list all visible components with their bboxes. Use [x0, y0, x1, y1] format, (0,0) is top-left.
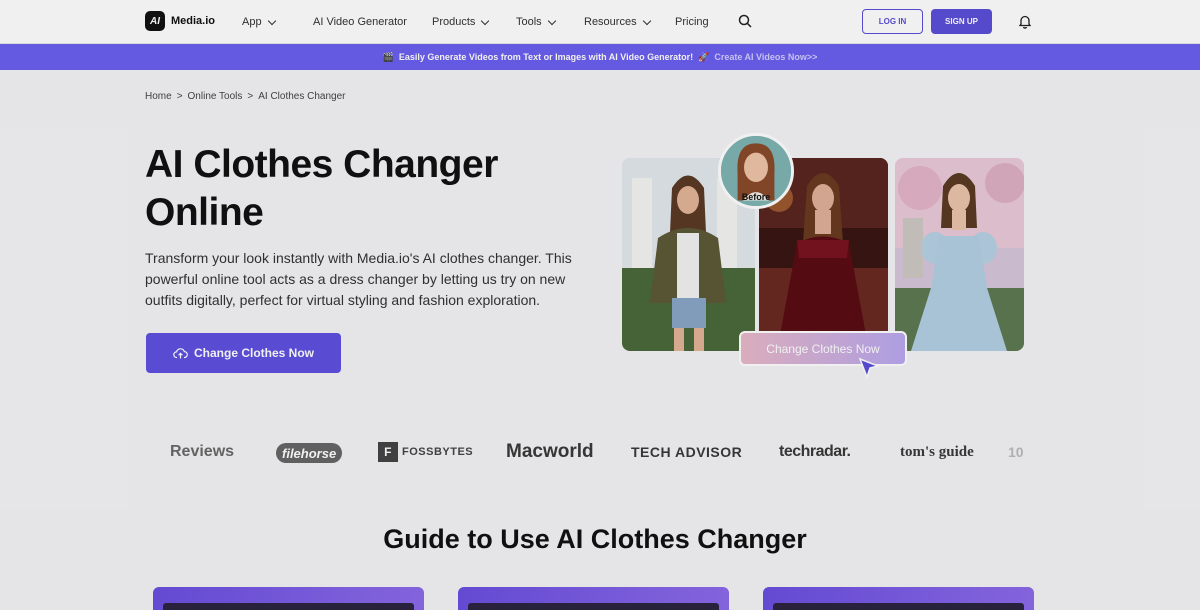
rocket-icon: 🚀: [698, 51, 710, 62]
chevron-down-icon: [547, 16, 556, 25]
brand-name: Media.io: [171, 15, 216, 27]
banner-text: Easily Generate Videos from Text or Imag…: [398, 52, 694, 62]
fossbytes-mark-icon: F: [378, 442, 398, 462]
nav-item-resources[interactable]: Resources: [584, 16, 651, 28]
before-label: Before: [741, 192, 771, 202]
hero-description: Transform your look instantly with Media…: [145, 250, 572, 308]
breadcrumb-separator: >: [247, 91, 254, 102]
press-logos-strip: Reviews filehorse F FOSSBYTES Macworld T…: [150, 438, 1030, 468]
guide-screenshot: [163, 603, 414, 610]
press-logo-techradar: techradar.: [779, 443, 851, 460]
chevron-down-icon: [267, 16, 276, 25]
press-logo-reviews: Reviews: [170, 443, 235, 460]
logo-mark: AI: [145, 11, 165, 31]
press-logo-tech-advisor: TECH ADVISOR: [631, 444, 743, 460]
cursor-pointer-icon: [858, 357, 880, 379]
nav-label: Products: [432, 16, 476, 28]
banner-cta-link[interactable]: Create AI Videos Now>>: [714, 52, 817, 62]
bell-icon[interactable]: [1018, 14, 1032, 29]
breadcrumb-home[interactable]: Home: [145, 91, 172, 102]
page-title: AI Clothes Changer Online: [145, 143, 498, 234]
guide-step-card: [153, 587, 424, 610]
nav-item-app[interactable]: App: [242, 16, 276, 28]
announcement-banner: 🎬 Easily Generate Videos from Text or Im…: [0, 44, 1200, 70]
nav-item-pricing[interactable]: Pricing: [675, 16, 709, 28]
nav-item-tools[interactable]: Tools: [516, 16, 556, 28]
nav-label: Tools: [516, 16, 542, 28]
guide-heading: Guide to Use AI Clothes Changer: [383, 524, 807, 554]
site-header: AI Media.io App AI Video Generator Produ…: [0, 0, 1200, 44]
press-logo-fossbytes: F FOSSBYTES: [378, 438, 473, 466]
press-logo-filehorse: filehorse: [276, 443, 343, 463]
breadcrumb: Home > Online Tools > AI Clothes Changer: [145, 91, 346, 102]
nav-label: Resources: [584, 16, 637, 28]
cloud-upload-icon: [173, 348, 188, 359]
guide-screenshot: [773, 603, 1024, 610]
demo-change-clothes-button: Change Clothes Now: [739, 331, 907, 366]
press-logo-macworld: Macworld: [506, 441, 594, 462]
login-button[interactable]: LOG IN: [862, 9, 923, 34]
brand-logo[interactable]: AI Media.io: [145, 11, 215, 31]
breadcrumb-separator: >: [176, 91, 183, 102]
guide-step-card: [458, 587, 729, 610]
press-logo-label: FOSSBYTES: [402, 446, 474, 458]
press-logo-toms-guide: tom's guide: [900, 443, 974, 460]
chevron-down-icon: [642, 16, 651, 25]
press-logo-10: 10: [1008, 444, 1024, 460]
clapper-icon: 🎬: [382, 51, 394, 62]
cta-label: Change Clothes Now: [193, 346, 314, 360]
change-clothes-button[interactable]: Change Clothes Now: [146, 333, 341, 373]
nav-item-ai-video-generator[interactable]: AI Video Generator: [313, 16, 407, 28]
breadcrumb-online-tools[interactable]: Online Tools: [188, 91, 243, 102]
signup-button[interactable]: SIGN UP: [931, 9, 992, 34]
example-photo-blue-gown: [895, 158, 1024, 351]
chevron-down-icon: [481, 16, 490, 25]
breadcrumb-current: AI Clothes Changer: [258, 91, 346, 102]
guide-step-card: [763, 587, 1034, 610]
nav-label: App: [242, 16, 262, 28]
search-icon[interactable]: [738, 14, 752, 28]
nav-item-products[interactable]: Products: [432, 16, 490, 28]
nav-label: Pricing: [675, 16, 709, 28]
guide-screenshot: [468, 603, 719, 610]
nav-label: AI Video Generator: [313, 16, 407, 28]
